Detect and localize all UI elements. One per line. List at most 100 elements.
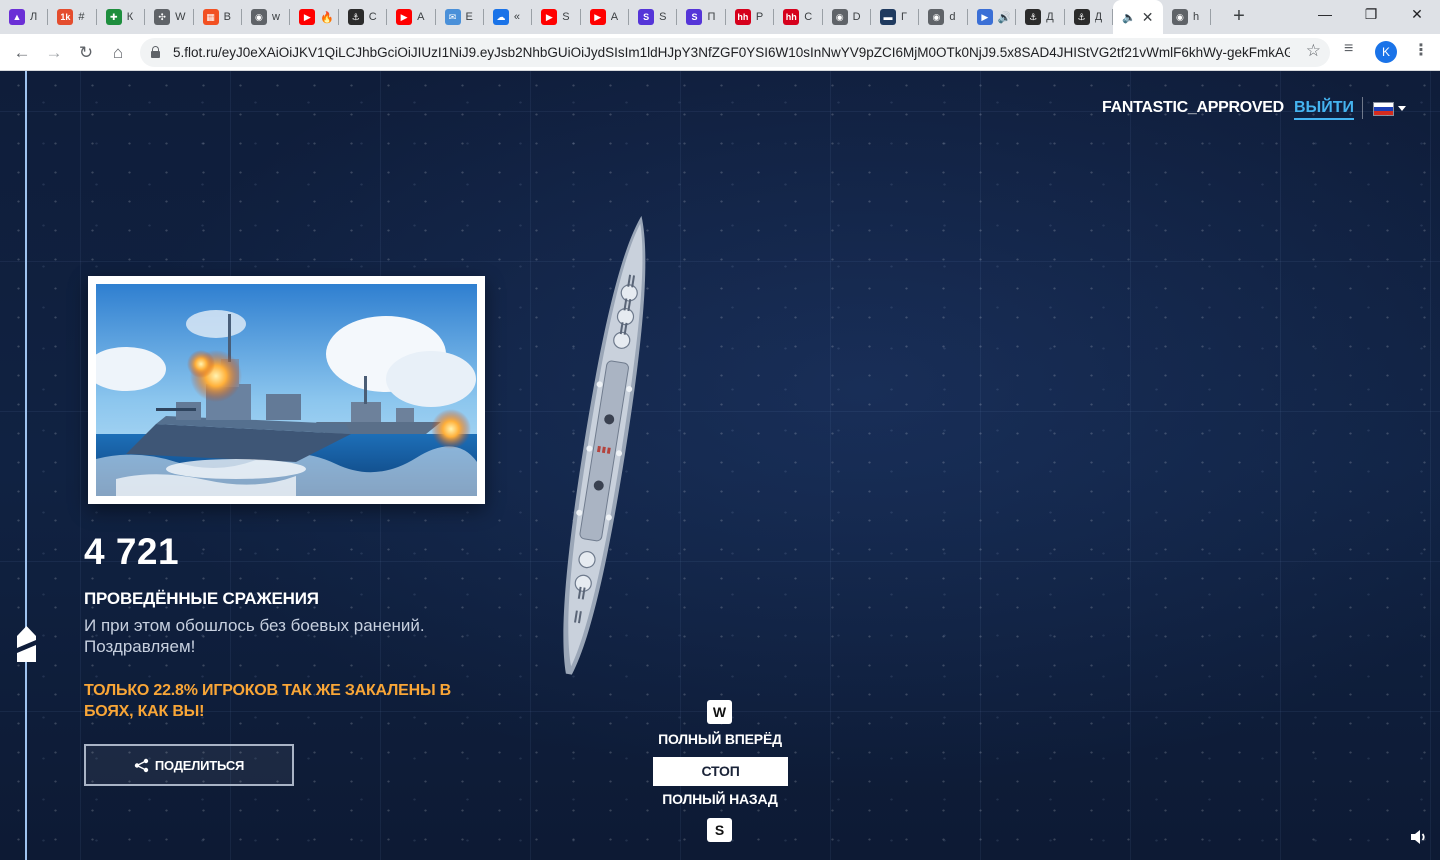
url-text[interactable]: 5.flot.ru/eyJ0eXAiOiJKV1QiLCJhbGciOiJIUz… bbox=[173, 38, 1290, 67]
address-bar[interactable]: 5.flot.ru/eyJ0eXAiOiJKV1QiLCJhbGciOiJIUz… bbox=[140, 38, 1330, 67]
media-playlist-icon[interactable]: ≡ bbox=[1344, 40, 1353, 58]
tab-title: Д bbox=[1094, 11, 1103, 23]
header-divider bbox=[1362, 97, 1363, 119]
browser-tab[interactable]: ☁ « bbox=[484, 0, 533, 34]
browser-tab[interactable]: ◉ D bbox=[823, 0, 872, 34]
browser-tab[interactable]: SП bbox=[677, 0, 727, 34]
browser-menu-icon[interactable]: ⋮ bbox=[1413, 40, 1429, 60]
browser-tab[interactable]: ⚓ Д bbox=[1016, 0, 1065, 34]
browser-tab[interactable]: 1k # bbox=[48, 0, 98, 34]
scroll-progress-line bbox=[25, 71, 27, 860]
browser-tab[interactable]: ▲ Л bbox=[0, 0, 49, 34]
browser-tab[interactable]: ▶ 🔥 bbox=[290, 0, 340, 34]
square-icon: ▬ bbox=[880, 9, 897, 25]
tab-title: W bbox=[175, 11, 186, 23]
share-button[interactable]: ПОДЕЛИТЬСЯ bbox=[84, 744, 294, 786]
tab-title: Г bbox=[901, 11, 907, 23]
browser-tab[interactable]: ▶ A bbox=[387, 0, 436, 34]
browser-tab[interactable]: ▶ A bbox=[581, 0, 630, 34]
tab-title: В bbox=[223, 11, 231, 23]
browser-tab[interactable]: hh Р bbox=[726, 0, 775, 34]
browser-tab[interactable]: ⚓ C bbox=[339, 0, 388, 34]
hh-icon: hh bbox=[783, 9, 800, 25]
sound-icon[interactable] bbox=[1408, 827, 1428, 847]
tab-title: d bbox=[949, 11, 956, 23]
s-circle-icon: S bbox=[638, 9, 655, 25]
browser-tab[interactable]: ▦ В bbox=[194, 0, 243, 34]
browser-tab[interactable]: ▶ S bbox=[532, 0, 582, 34]
share-button-label: ПОДЕЛИТЬСЯ bbox=[154, 757, 245, 773]
speed-stop[interactable]: СТОП bbox=[653, 757, 788, 786]
bookmark-star-icon[interactable]: ☆ bbox=[1306, 41, 1321, 61]
stat-highlight: ТОЛЬКО 22.8% ИГРОКОВ ТАК ЖЕ ЗАКАЛЕНЫ В Б… bbox=[84, 682, 452, 720]
s-square-icon: S bbox=[686, 9, 703, 25]
browser-tab[interactable]: ◉ d bbox=[919, 0, 969, 34]
tab-title: S bbox=[659, 11, 667, 23]
key-w[interactable]: W bbox=[707, 700, 732, 724]
browser-tab[interactable]: ✚ К bbox=[97, 0, 146, 34]
tab-title: D bbox=[852, 11, 861, 23]
tab-title: E bbox=[465, 11, 473, 23]
close-window-button[interactable]: ✕ bbox=[1394, 0, 1440, 30]
close-tab-icon[interactable]: ✕ bbox=[1142, 9, 1154, 26]
reload-button[interactable]: ↻ bbox=[72, 39, 100, 67]
forward-button[interactable]: → bbox=[40, 39, 68, 67]
tab-title: К bbox=[126, 11, 134, 23]
speed-full-forward[interactable]: ПОЛНЫЙ ВПЕРЁД bbox=[640, 731, 800, 747]
tab-title: h bbox=[1192, 11, 1200, 23]
youtube-icon: ▶ bbox=[396, 9, 413, 25]
browser-tab[interactable]: ▶ 🔊 bbox=[968, 0, 1017, 34]
browser-tab[interactable]: ⚓ Д bbox=[1065, 0, 1114, 34]
cloud-icon: ☁ bbox=[492, 9, 509, 25]
battles-count: 4 721 bbox=[84, 531, 180, 572]
minimize-button[interactable]: — bbox=[1302, 0, 1348, 30]
email-icon: ✉ bbox=[444, 9, 461, 25]
battle-picture-card bbox=[88, 276, 485, 504]
username: FANTASTIC_APPROVED bbox=[1102, 99, 1284, 116]
windows-icon: ▦ bbox=[202, 9, 219, 25]
stat-title: ПРОВЕДЁННЫЕ СРАЖЕНИЯ bbox=[84, 589, 319, 608]
browser-tab[interactable]: ◉ h bbox=[1163, 0, 1212, 34]
speed-full-back[interactable]: ПОЛНЫЙ НАЗАД bbox=[640, 791, 800, 807]
chevron-down-icon bbox=[1398, 106, 1406, 111]
tab-title: # bbox=[78, 11, 85, 23]
tab-title: Д bbox=[1046, 11, 1054, 23]
globe-icon: ◉ bbox=[1171, 9, 1188, 25]
tab-title: A bbox=[610, 11, 619, 23]
home-button[interactable]: ⌂ bbox=[104, 39, 132, 67]
russian-flag-icon bbox=[1373, 102, 1394, 116]
speaker-icon[interactable]: 🔈 bbox=[1122, 11, 1136, 24]
tab-title: 🔊 bbox=[997, 11, 1010, 24]
browser-tab[interactable]: hh С bbox=[774, 0, 824, 34]
tab-title: S bbox=[562, 11, 570, 23]
browser-tab[interactable]: ✉ E bbox=[436, 0, 485, 34]
browser-toolbar: ← → ↻ ⌂ 5.flot.ru/eyJ0eXAiOiJKV1QiLCJhbG… bbox=[0, 34, 1440, 71]
back-button[interactable]: ← bbox=[8, 39, 36, 67]
purple-arrow-icon: ▲ bbox=[9, 9, 25, 25]
battleship-icon bbox=[563, 215, 646, 675]
profile-avatar[interactable]: K bbox=[1375, 41, 1397, 63]
green-cross-icon: ✚ bbox=[105, 9, 122, 25]
share-icon bbox=[134, 758, 149, 772]
language-selector[interactable] bbox=[1373, 101, 1406, 117]
browser-tab[interactable]: ✣ W bbox=[145, 0, 194, 34]
new-tab-button[interactable]: + bbox=[1226, 4, 1252, 30]
ship-progress-marker-icon[interactable] bbox=[17, 626, 36, 662]
battle-illustration bbox=[96, 284, 477, 496]
lock-icon bbox=[151, 46, 160, 58]
globe-icon: ◉ bbox=[928, 9, 945, 25]
browser-tab[interactable]: SS bbox=[629, 0, 678, 34]
youtube-fire-icon: ▶ bbox=[299, 9, 316, 25]
logout-link[interactable]: ВЫЙТИ bbox=[1294, 99, 1354, 120]
browser-tab[interactable]: ▬ Г bbox=[871, 0, 920, 34]
browser-tab[interactable]: ◉ w bbox=[242, 0, 291, 34]
maximize-button[interactable]: ❐ bbox=[1348, 0, 1394, 30]
page-content: FANTASTIC_APPROVED ВЫЙТИ 4 721 ПРОВЕДЁНН… bbox=[0, 71, 1440, 860]
active-tab[interactable]: 🔈 ✕ bbox=[1112, 0, 1163, 34]
tab-list: ▲ Л 1k # ✚ К ✣ W ▦ В ◉ w ▶ 🔥 ⚓ C ▶ A ✉ E ☁ «▶ S ▶ A S S S Пhh Рhh С ◉ D ▬… bbox=[0, 0, 1212, 34]
network-icon: ✣ bbox=[154, 9, 171, 25]
youtube-icon: ▶ bbox=[541, 9, 558, 25]
tab-title: w bbox=[271, 11, 280, 23]
youtube-icon: ▶ bbox=[589, 9, 606, 25]
key-s[interactable]: S bbox=[707, 818, 732, 842]
